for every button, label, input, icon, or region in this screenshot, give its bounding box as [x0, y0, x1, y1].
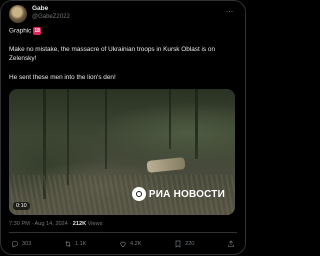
- post-text-main: Make no mistake, the massacre of Ukraini…: [9, 46, 216, 62]
- bookmark-count: 220: [185, 241, 195, 247]
- like-button[interactable]: 4.2K: [119, 240, 142, 248]
- bookmark-icon: [175, 240, 181, 248]
- tweet-header: Gabe @GabeZ2022: [9, 5, 70, 23]
- like-count: 4.2K: [129, 241, 142, 247]
- action-bar: 303 1.1K 4.2K 220: [11, 240, 235, 248]
- author-display-name[interactable]: Gabe: [32, 5, 70, 13]
- post-meta: 7:30 PM · Aug 14, 2024 · 212K Views: [9, 221, 103, 227]
- share-button[interactable]: [227, 240, 235, 248]
- post-line-graphic: Graphic 18: [9, 27, 241, 36]
- avatar[interactable]: [9, 5, 27, 23]
- views-label: Views: [86, 221, 103, 227]
- bookmark-button[interactable]: 220: [174, 240, 194, 248]
- watermark-text: РИА НОВОСТИ: [148, 188, 225, 200]
- like-icon: [120, 241, 126, 248]
- video-subject: [146, 157, 186, 173]
- author-handle[interactable]: @GabeZ2022: [32, 13, 70, 21]
- video-player[interactable]: 0:10 РИА НОВОСТИ: [9, 89, 235, 215]
- tree-trunk: [169, 89, 171, 149]
- tree-trunk: [195, 89, 198, 159]
- repost-button[interactable]: 1.1K: [64, 240, 87, 248]
- video-duration: 0:10: [13, 202, 30, 210]
- post-text-second: He sent these men into the lion's den!: [9, 74, 116, 81]
- reply-icon: [11, 241, 18, 248]
- divider: [9, 232, 237, 233]
- tree-trunk: [105, 89, 107, 169]
- graphic-label: Graphic: [9, 27, 32, 35]
- reply-count: 303: [22, 241, 32, 247]
- views-count: 212K: [72, 221, 87, 227]
- more-icon[interactable]: ···: [226, 7, 234, 16]
- repost-icon: [65, 241, 71, 247]
- repost-count: 1.1K: [74, 241, 87, 247]
- tree-trunk: [67, 89, 69, 185]
- watermark: РИА НОВОСТИ: [131, 187, 225, 201]
- post-timestamp[interactable]: 7:30 PM · Aug 14, 2024 ·: [9, 221, 73, 227]
- ria-logo-icon: [131, 187, 146, 201]
- tweet-card: Gabe @GabeZ2022 ··· Graphic 18 Make no m…: [0, 0, 246, 255]
- reply-button[interactable]: 303: [11, 240, 31, 248]
- author-names: Gabe @GabeZ2022: [32, 5, 70, 21]
- age-badge: 18: [33, 27, 42, 35]
- share-icon: [228, 240, 234, 247]
